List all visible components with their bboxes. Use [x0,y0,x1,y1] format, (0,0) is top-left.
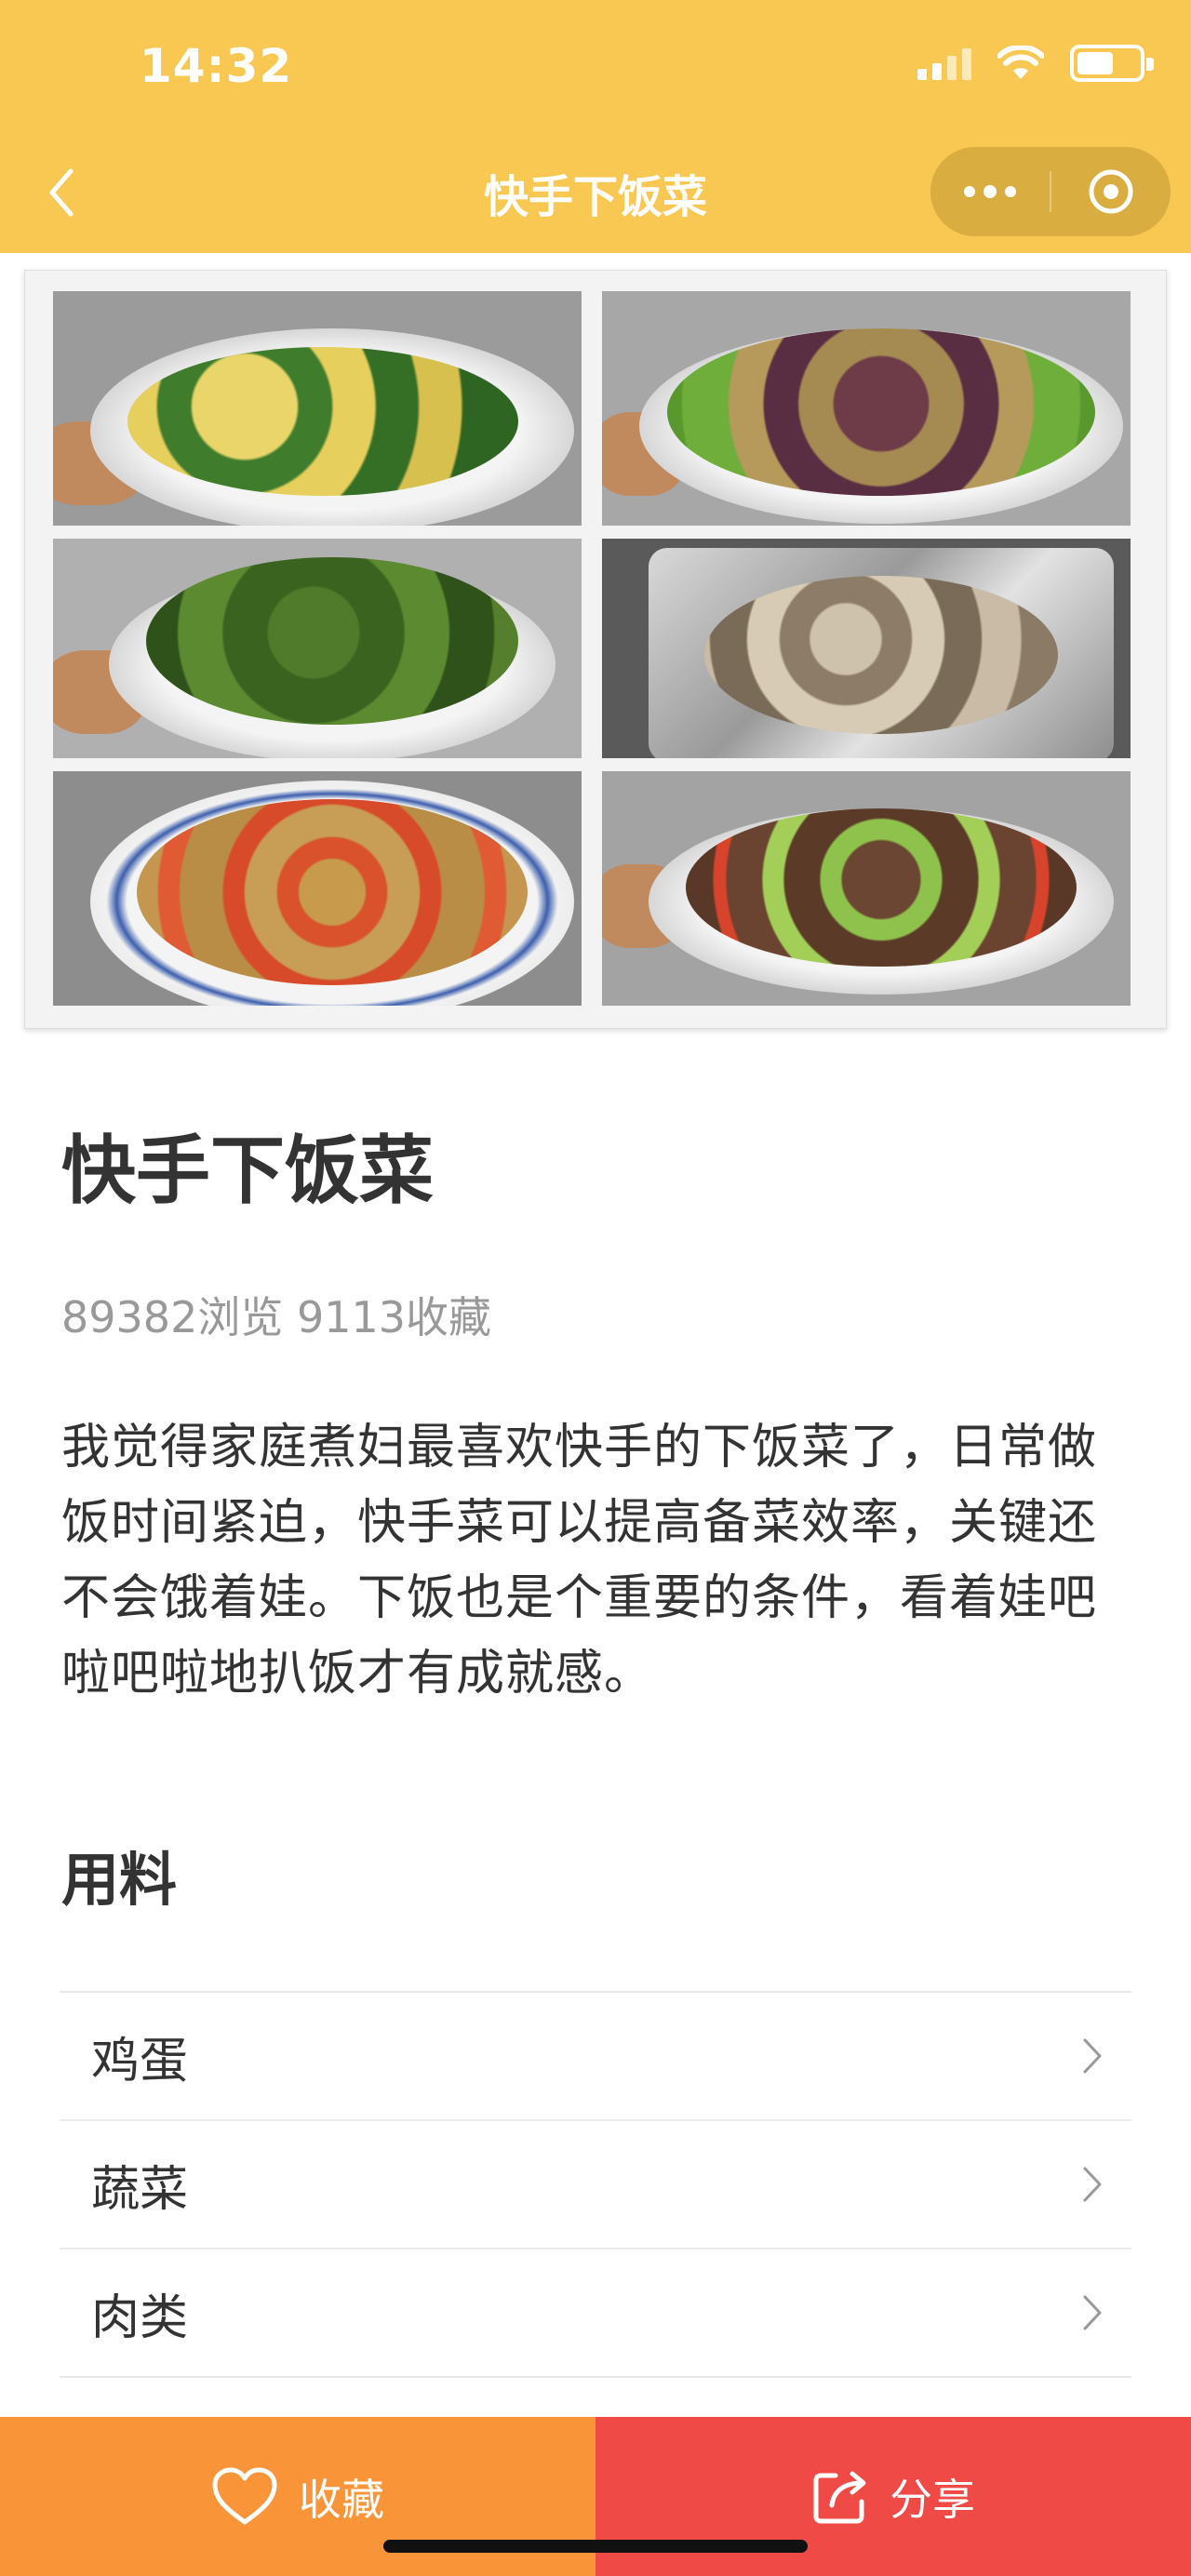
home-indicator [383,2540,808,2553]
dish-photo-green-beans [53,539,582,758]
more-dots-icon [964,185,1016,198]
dish-photo-clams-foil [602,539,1131,758]
chevron-right-icon [1074,2166,1111,2203]
ingredient-item-meat[interactable]: 肉类 [60,2249,1131,2378]
chevron-right-icon [1074,2037,1111,2075]
dish-photo-beef-celery [602,771,1131,1006]
heart-icon [212,2467,277,2524]
ingredients-section-title: 用料 [61,1846,178,1914]
ingredient-label: 肉类 [91,2289,189,2346]
recipe-description: 我觉得家庭煮妇最喜欢快手的下饭菜了，日常做饭时间紧迫，快手菜可以提高备菜效率，关… [61,1420,1098,1702]
chevron-right-icon [1074,2294,1111,2331]
recipe-stats: 89382浏览 9113收藏 [61,1292,492,1342]
dish-photo-eggplant [602,291,1131,526]
dish-photo-tripe-tomato [53,771,582,1006]
battery-icon [1070,45,1154,82]
status-icons [917,45,1154,82]
ingredient-label: 蔬菜 [91,2161,189,2218]
share-icon [813,2471,866,2523]
wifi-icon [997,46,1044,79]
recipe-cover-image [24,270,1167,1029]
share-label: 分享 [890,2474,975,2525]
recipe-title: 快手下饭菜 [61,1128,434,1214]
ingredient-item-eggs[interactable]: 鸡蛋 [60,1993,1131,2121]
close-mini-program-button[interactable] [1051,147,1171,236]
ingredient-item-vegetables[interactable]: 蔬菜 [60,2121,1131,2249]
top-bar: 14:32 快手下饭菜 [0,0,1191,253]
dish-photo-okra-egg [53,291,582,526]
ingredients-list: 鸡蛋 蔬菜 肉类 [60,1991,1131,2378]
target-circle-icon [1089,169,1133,214]
favorite-label: 收藏 [299,2474,384,2525]
cellular-signal-icon [917,47,971,80]
status-time: 14:32 [140,39,293,93]
more-button[interactable] [930,147,1050,236]
mini-program-capsule [930,147,1171,236]
ingredient-label: 鸡蛋 [91,2033,189,2089]
